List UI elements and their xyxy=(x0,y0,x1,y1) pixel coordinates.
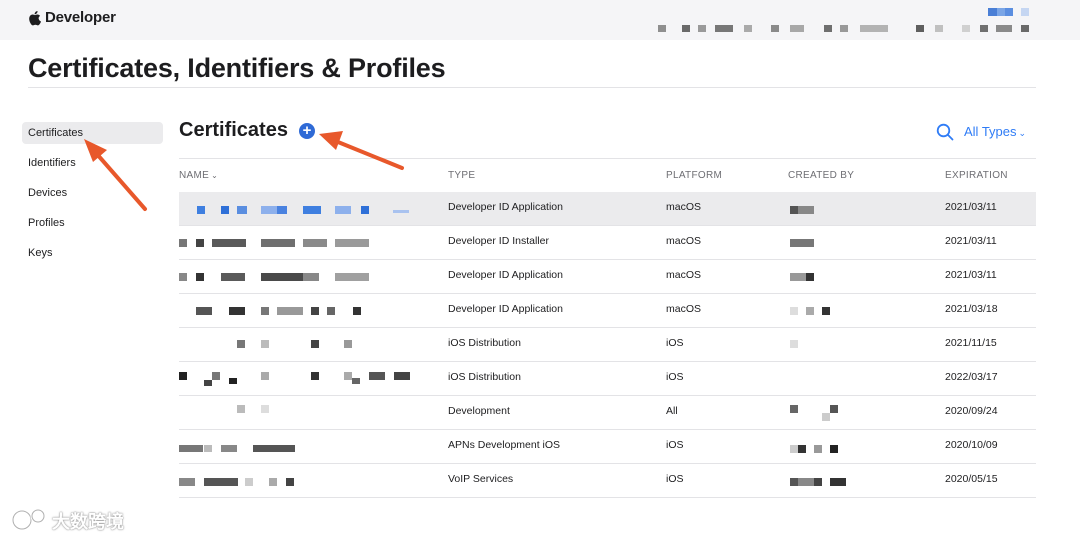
add-certificate-button[interactable]: + xyxy=(299,123,315,139)
cert-expiration: 2020/10/09 xyxy=(945,439,998,451)
page-title: Certificates, Identifiers & Profiles xyxy=(28,53,446,83)
watermark-logo-icon xyxy=(11,508,46,531)
cert-expiration: 2021/03/18 xyxy=(945,303,998,315)
cert-platform: macOS xyxy=(666,235,702,247)
sidebar-nav: Certificates Identifiers Devices Profile… xyxy=(22,122,163,272)
cert-platform: iOS xyxy=(666,473,684,485)
column-header-platform[interactable]: PLATFORM xyxy=(666,170,722,181)
cert-expiration: 2021/11/15 xyxy=(945,337,997,349)
cert-expiration: 2020/05/15 xyxy=(945,473,998,485)
sort-chevron-icon: ⌄ xyxy=(211,171,219,180)
cert-type: APNs Development iOS xyxy=(448,439,561,451)
arrow-to-add-button-icon xyxy=(319,131,404,170)
sidebar-item-devices[interactable]: Devices xyxy=(22,182,163,204)
cert-type: Developer ID Installer xyxy=(448,235,549,247)
sidebar-item-keys[interactable]: Keys xyxy=(22,242,163,264)
cert-expiration: 2021/03/11 xyxy=(945,269,997,281)
search-icon[interactable] xyxy=(936,123,954,141)
plus-circle-icon: + xyxy=(302,122,312,139)
column-header-name[interactable]: NAME ⌄ xyxy=(179,170,218,181)
cert-platform: macOS xyxy=(666,303,702,315)
cert-platform: macOS xyxy=(666,201,702,213)
cert-platform: iOS xyxy=(666,439,684,451)
table-row[interactable]: Developer ID Application macOS 2021/03/1… xyxy=(179,192,1036,226)
column-name-label: NAME xyxy=(179,170,210,181)
watermark-text: 大数跨境 xyxy=(52,512,124,532)
column-header-created-by[interactable]: CREATED BY xyxy=(788,170,854,181)
table-row[interactable]: Developer ID Application macOS 2021/03/1… xyxy=(179,294,1036,328)
table-row[interactable]: iOS Distribution iOS 2022/03/17 xyxy=(179,362,1036,396)
cert-type: iOS Distribution xyxy=(448,371,521,383)
table-row[interactable]: APNs Development iOS iOS 2020/10/09 xyxy=(179,430,1036,464)
section-title: Certificates xyxy=(179,119,288,141)
title-divider xyxy=(28,87,1036,88)
table-row[interactable]: Developer ID Installer macOS 2021/03/11 xyxy=(179,226,1036,260)
table-row[interactable]: iOS Distribution iOS 2021/11/15 xyxy=(179,328,1036,362)
sidebar-item-certificates[interactable]: Certificates xyxy=(22,122,163,144)
cert-expiration: 2021/03/11 xyxy=(945,201,997,213)
cert-expiration: 2022/03/17 xyxy=(945,371,998,383)
cert-platform: iOS xyxy=(666,371,684,383)
sidebar-item-profiles[interactable]: Profiles xyxy=(22,212,163,234)
brand-label: Developer xyxy=(45,9,116,26)
table-row[interactable]: Developer ID Application macOS 2021/03/1… xyxy=(179,260,1036,294)
cert-type: iOS Distribution xyxy=(448,337,521,349)
apple-logo-icon xyxy=(29,10,41,25)
sidebar-item-identifiers[interactable]: Identifiers xyxy=(22,152,163,174)
table-row[interactable] xyxy=(179,498,1036,510)
cert-platform: iOS xyxy=(666,337,684,349)
cert-expiration: 2020/09/24 xyxy=(945,405,998,417)
chevron-down-icon: ⌄ xyxy=(1018,128,1027,138)
developer-home-link[interactable]: Developer xyxy=(28,9,116,26)
cert-expiration: 2021/03/11 xyxy=(945,235,997,247)
column-header-expiration[interactable]: EXPIRATION xyxy=(945,170,1008,181)
cert-platform: All xyxy=(666,405,678,417)
column-header-type[interactable]: TYPE xyxy=(448,170,475,181)
table-row[interactable]: VoIP Services iOS 2020/05/15 xyxy=(179,464,1036,498)
global-nav: Developer xyxy=(0,0,1080,40)
table-row[interactable]: Development All 2020/09/24 xyxy=(179,396,1036,430)
cert-type: Developer ID Application xyxy=(448,269,563,281)
cert-type: Developer ID Application xyxy=(448,303,563,315)
cert-type: VoIP Services xyxy=(448,473,514,485)
type-filter-dropdown[interactable]: All Types ⌄ xyxy=(964,124,1026,139)
cert-platform: macOS xyxy=(666,269,702,281)
filter-label: All Types xyxy=(964,124,1017,139)
cert-type: Developer ID Application xyxy=(448,201,563,213)
table-divider xyxy=(179,158,1036,159)
cert-type: Development xyxy=(448,405,510,417)
